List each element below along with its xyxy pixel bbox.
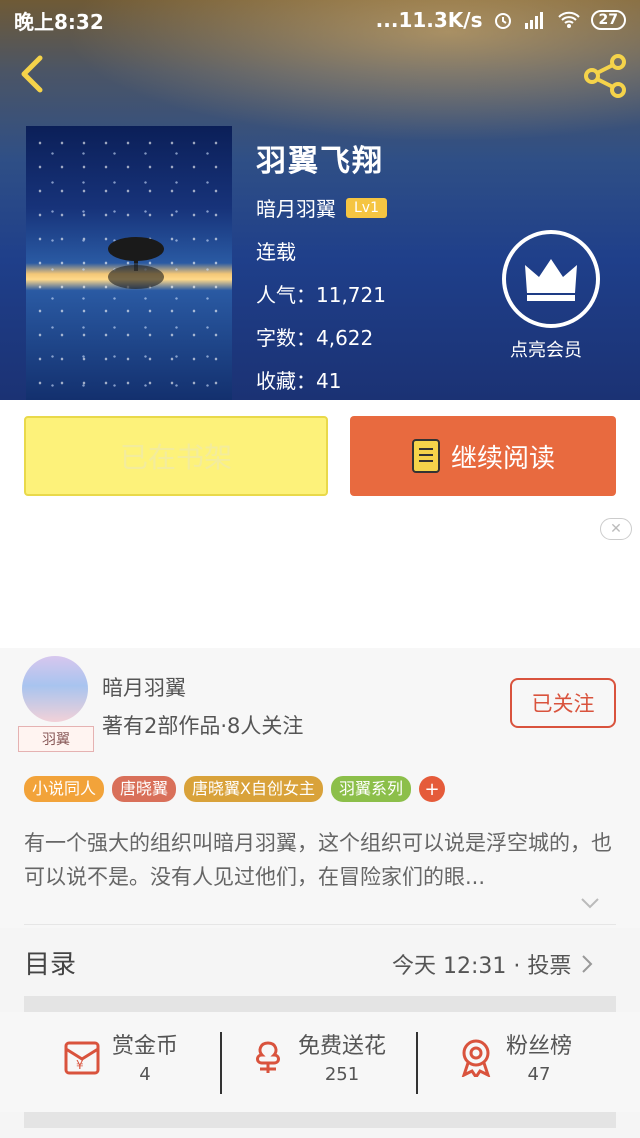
action-bar: 已在书架 继续阅读 (0, 400, 640, 512)
continue-reading-label: 继续阅读 (450, 443, 555, 474)
book-word-count: 字数：4,622 (256, 326, 374, 350)
status-bar: 晚上8:32 ...11.3K/s 27 (0, 0, 640, 40)
stats-divider (220, 1032, 222, 1094)
avatar[interactable] (22, 656, 88, 722)
network-speed: ...11.3K/s (375, 8, 483, 32)
book-header: 晚上8:32 ...11.3K/s 27 羽翼飞翔 暗月羽翼 Lv1 连载 人气… (0, 0, 640, 400)
wifi-icon (557, 11, 580, 28)
fan-rank-stat[interactable]: 粉丝榜 47 (456, 1028, 572, 1085)
fan-rank-label: 粉丝榜 (506, 1034, 573, 1059)
catalog-update[interactable]: 今天 12:31 · 投票 (392, 948, 593, 980)
tag-list: 小说同人 唐晓翼 唐晓翼X自创女主 羽翼系列 + (24, 776, 446, 802)
signal-icon (524, 12, 543, 29)
book-title: 羽翼飞翔 (256, 144, 384, 179)
tag-item[interactable]: 羽翼系列 (331, 776, 412, 802)
author-name-header[interactable]: 暗月羽翼 (256, 193, 336, 222)
tree-silhouette (108, 237, 164, 289)
book-summary[interactable]: 有一个强大的组织叫暗月羽翼，这个组织可以说是浮空城的，也可以说不是。没有人见过他… (24, 826, 614, 894)
catalog-update-text: 今天 12:31 · 投票 (392, 954, 572, 979)
battery-indicator: 27 (590, 10, 626, 30)
stats-divider (416, 1032, 418, 1094)
book-icon (411, 439, 440, 473)
flower-icon (256, 1040, 280, 1073)
continue-reading-button[interactable]: 继续阅读 (350, 416, 616, 496)
chevron-right-icon (582, 955, 593, 973)
book-status: 连载 (256, 240, 296, 264)
ad-area: ✕ (0, 512, 640, 648)
vip-label[interactable]: 点亮会员 (510, 336, 582, 362)
book-cover[interactable] (26, 126, 232, 400)
on-shelf-button[interactable]: 已在书架 (24, 416, 328, 496)
vip-button[interactable] (502, 230, 600, 328)
author-row[interactable]: 暗月羽翼 Lv1 (256, 193, 387, 222)
fan-rank-value: 47 (527, 1064, 551, 1085)
author-meta: 著有2部作品·8人关注 (102, 714, 304, 738)
reward-coins-label: 赏金币 (112, 1034, 179, 1059)
free-flowers-label: 免费送花 (298, 1034, 387, 1059)
tag-item[interactable]: 小说同人 (24, 776, 105, 802)
svg-text:¥: ¥ (76, 1058, 84, 1072)
free-flowers-stat[interactable]: 免费送花 251 (248, 1028, 386, 1085)
author-name[interactable]: 暗月羽翼 (102, 672, 186, 702)
book-popularity: 人气：11,721 (256, 283, 386, 307)
tag-item[interactable]: 唐晓翼 (112, 776, 177, 802)
add-tag-button[interactable]: + (419, 776, 446, 802)
catalog-title[interactable]: 目录 (24, 944, 76, 981)
tag-item[interactable]: 唐晓翼X自创女主 (184, 776, 323, 802)
close-ad-button[interactable]: ✕ (600, 518, 632, 540)
reward-coins-stat[interactable]: ¥ 赏金币 4 (62, 1028, 178, 1085)
chevron-left-icon (21, 55, 43, 93)
divider (24, 924, 616, 925)
red-envelope-icon: ¥ (64, 1041, 100, 1074)
crown-icon (525, 259, 577, 301)
stats-bar: ¥ 赏金币 4 免费送花 251 粉丝榜 47 (0, 1012, 640, 1112)
share-icon (584, 54, 626, 98)
section-separator (24, 1112, 616, 1128)
section-separator (24, 996, 616, 1012)
medal-icon (461, 1039, 491, 1077)
author-card: 羽翼 暗月羽翼 著有2部作品·8人关注 已关注 小说同人 唐晓翼 唐晓翼X自创女… (0, 648, 640, 928)
reward-coins-value: 4 (139, 1064, 151, 1085)
level-badge: Lv1 (346, 197, 387, 218)
alarm-icon (494, 13, 511, 29)
status-time: 晚上8:32 (14, 9, 104, 34)
free-flowers-value: 251 (324, 1064, 360, 1085)
follow-button[interactable]: 已关注 (510, 678, 616, 728)
avatar-tag: 羽翼 (18, 726, 94, 752)
book-favorites: 收藏：41 (256, 369, 342, 393)
back-button[interactable] (12, 52, 52, 96)
close-icon: ✕ (610, 521, 622, 537)
share-button[interactable] (582, 54, 630, 98)
chevron-down-icon[interactable] (580, 896, 600, 910)
